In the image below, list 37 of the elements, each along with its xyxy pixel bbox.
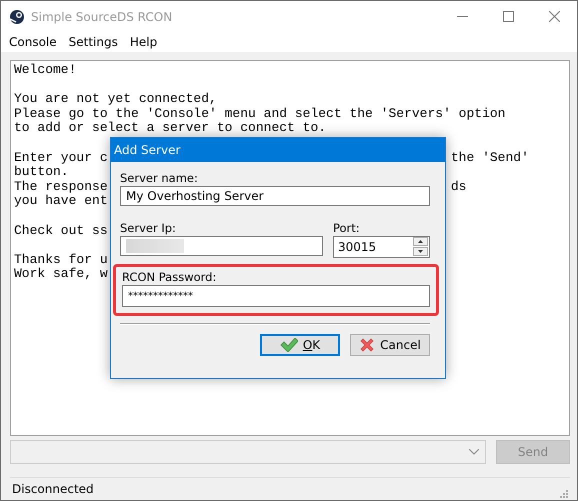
console-line: the 'Send' xyxy=(450,150,529,166)
console-line: ds xyxy=(450,180,466,194)
menu-item[interactable]: Settings xyxy=(62,35,124,49)
close-icon[interactable] xyxy=(548,11,560,22)
field-label: Server Ip: xyxy=(120,221,177,236)
console-line: Welcome! xyxy=(14,62,76,77)
status-text: Disconnected xyxy=(12,482,94,496)
maximize-icon[interactable] xyxy=(502,11,514,22)
cross-icon xyxy=(359,337,376,353)
spin-down-icon[interactable] xyxy=(413,247,428,256)
console-line: Enter your c xyxy=(14,150,108,165)
console-line: Please go to the 'Console' menu and select the 'Servers' option xyxy=(14,106,506,121)
menu-item[interactable]: Help xyxy=(124,35,164,49)
window-title: Simple SourceDS RCON xyxy=(31,10,174,24)
spin-up-icon[interactable] xyxy=(413,237,428,246)
password-field[interactable]: ************* xyxy=(122,285,430,307)
port-field[interactable]: 30015 xyxy=(333,236,430,258)
app-logo-icon xyxy=(9,8,25,24)
console-line: The response xyxy=(14,178,108,194)
field-label: RCON Password: xyxy=(122,270,218,285)
menu-item[interactable]: Console xyxy=(3,35,63,49)
console-line: Work safe, w xyxy=(14,266,108,282)
console-line: Check out ss xyxy=(14,222,108,238)
server-ip-field[interactable] xyxy=(120,236,323,256)
ok-button[interactable]: OK xyxy=(260,334,340,356)
cancel-button[interactable]: Cancel xyxy=(350,334,430,356)
console-line: you have ent xyxy=(14,193,108,208)
console-line: You are not yet connected, xyxy=(14,91,217,106)
console-line: button. xyxy=(14,164,69,180)
field-label: Server name: xyxy=(120,171,199,186)
console-line: to add or select a server to connect to. xyxy=(14,120,326,136)
console-line: Thanks for u xyxy=(14,252,108,267)
field-label: Port: xyxy=(333,221,361,236)
checkmark-icon xyxy=(280,338,298,352)
server-name-field[interactable]: My Overhosting Server xyxy=(120,186,430,206)
dialog-title: Add Server xyxy=(114,143,180,157)
resize-grip-icon[interactable] xyxy=(558,488,568,498)
